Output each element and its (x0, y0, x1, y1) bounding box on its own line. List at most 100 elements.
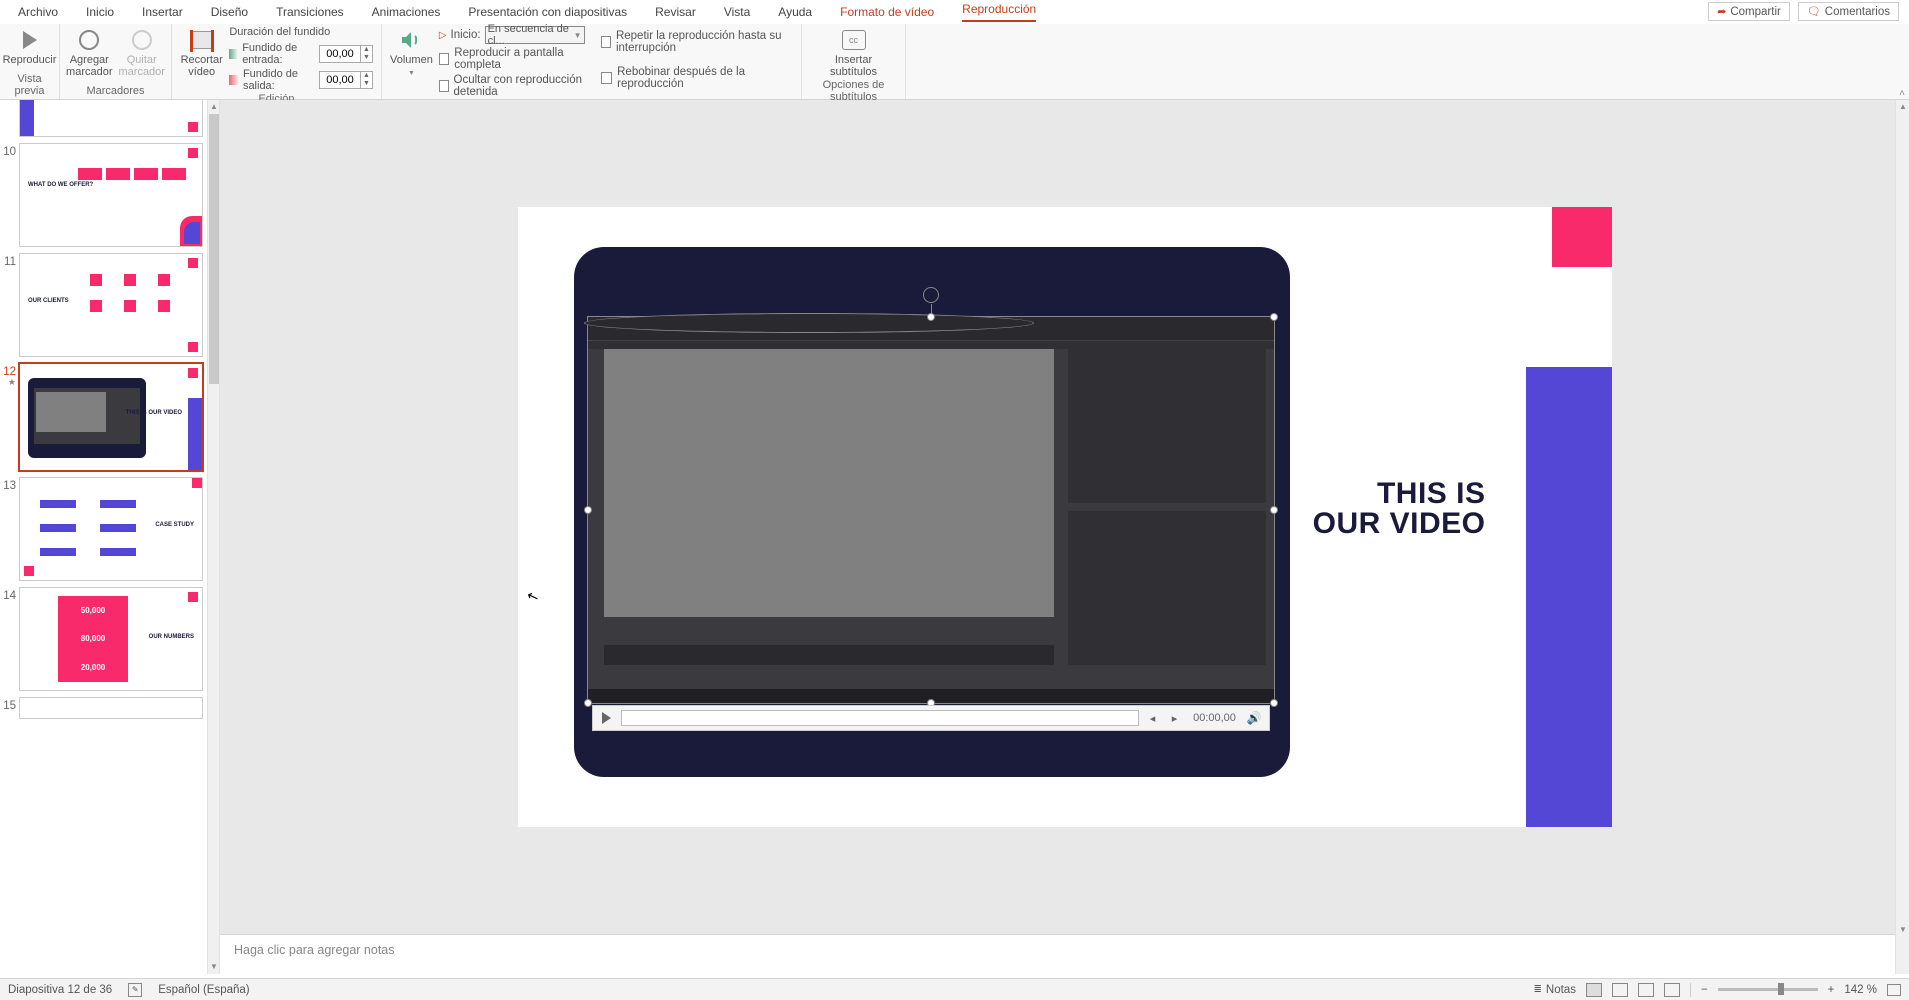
remove-bookmark-button: Quitar marcador (119, 26, 165, 78)
comments-label: Comentarios (1825, 6, 1890, 18)
resize-handle[interactable] (584, 313, 1034, 333)
view-reading-button[interactable] (1638, 983, 1654, 997)
slide-canvas[interactable]: THIS IS OUR VIDEO (220, 100, 1909, 934)
notes-pane[interactable]: Haga clic para agregar notas (220, 934, 1909, 974)
video-content-viewport (604, 349, 1054, 617)
slide-thumbnails-panel: 9 10 WHAT DO WE OFFER? (0, 100, 220, 974)
slide-counter[interactable]: Diapositiva 12 de 36 (8, 984, 112, 996)
comments-button[interactable]: 🗨Comentarios (1798, 2, 1899, 21)
view-slideshow-button[interactable] (1664, 983, 1680, 997)
scroll-down-button[interactable]: ▼ (208, 960, 220, 974)
zoom-out-button[interactable]: − (1701, 984, 1708, 996)
loop-checkbox[interactable]: Repetir la reproducción hasta su interru… (601, 30, 793, 54)
insert-captions-button[interactable]: cc Insertar subtítulos (818, 26, 890, 78)
slide-thumb-9[interactable] (20, 100, 202, 136)
editor-scrollbar[interactable]: ▲ ▼ (1895, 100, 1909, 974)
fade-out-spinner[interactable]: ▲▼ (319, 71, 373, 89)
fullscreen-checkbox[interactable]: Reproducir a pantalla completa (439, 47, 589, 71)
resize-handle[interactable] (1270, 313, 1278, 321)
media-play-button[interactable] (599, 712, 615, 724)
add-bookmark-button[interactable]: Agregar marcador (66, 26, 112, 78)
media-step-back-button[interactable]: ◂ (1145, 712, 1161, 725)
tab-diseno[interactable]: Diseño (211, 5, 248, 19)
tab-ayuda[interactable]: Ayuda (778, 5, 812, 19)
language-button[interactable]: Español (España) (158, 984, 249, 996)
volume-icon (399, 28, 423, 52)
resize-handle[interactable] (584, 699, 592, 707)
fade-out-up[interactable]: ▲ (361, 72, 372, 80)
hide-stopped-checkbox[interactable]: Ocultar con reproducción detenida (439, 74, 589, 98)
slide-editor: THIS IS OUR VIDEO (220, 100, 1909, 974)
spellcheck-icon[interactable]: ✎ (128, 983, 142, 997)
thumbnails-scrollbar[interactable]: ▲ ▼ (207, 100, 219, 974)
media-time: 00:00,00 (1189, 712, 1241, 724)
play-button[interactable]: Reproducir (4, 26, 56, 66)
zoom-slider-handle[interactable] (1778, 983, 1784, 995)
tab-reproduccion[interactable]: Reproducción (962, 2, 1036, 22)
fit-window-button[interactable] (1887, 984, 1901, 996)
current-slide[interactable]: THIS IS OUR VIDEO (518, 207, 1612, 827)
checkbox-box (439, 53, 449, 65)
slide-thumb-12[interactable]: THIS IS OUR VIDEO (20, 364, 202, 470)
checkbox-box (601, 72, 612, 84)
tab-archivo[interactable]: Archivo (18, 5, 58, 19)
tab-presentacion[interactable]: Presentación con diapositivas (468, 5, 627, 19)
scroll-down-button[interactable]: ▼ (1896, 925, 1909, 934)
notes-placeholder: Haga clic para agregar notas (234, 943, 395, 957)
resize-handle[interactable] (1270, 699, 1278, 707)
titlebar-actions: ➦Compartir 🗨Comentarios (1708, 2, 1899, 21)
tab-animaciones[interactable]: Animaciones (372, 5, 441, 19)
chevron-down-icon: ▼ (574, 31, 582, 40)
ribbon-tabs: Archivo Inicio Insertar Diseño Transicio… (0, 0, 1909, 24)
media-seek-track[interactable] (621, 710, 1139, 726)
collapse-ribbon-button[interactable]: ˄ (1899, 88, 1905, 99)
slide-title-line2: OUR VIDEO (1313, 509, 1486, 539)
notes-toggle-button[interactable]: ≣Notas (1534, 984, 1576, 996)
animation-indicator-icon: ★ (8, 378, 16, 387)
fade-in-spinner[interactable]: ▲▼ (319, 45, 373, 63)
start-dropdown[interactable]: En secuencia de cl... ▼ (485, 26, 585, 44)
slide-number: 15 (2, 698, 16, 712)
media-step-fwd-button[interactable]: ▸ (1167, 712, 1183, 725)
fade-out-input[interactable] (320, 74, 360, 86)
slide-title[interactable]: THIS IS OUR VIDEO (1313, 479, 1486, 539)
slide-thumb-11[interactable]: OUR CLIENTS (20, 254, 202, 356)
zoom-slider[interactable] (1718, 988, 1818, 991)
slide-thumb-13[interactable]: CASE STUDY (20, 478, 202, 580)
zoom-value[interactable]: 142 % (1844, 984, 1877, 996)
decor-blue-bar (1526, 367, 1612, 827)
slide-thumb-15[interactable] (20, 698, 202, 718)
media-mute-button[interactable]: 🔊 (1247, 711, 1263, 725)
fade-in-up[interactable]: ▲ (361, 46, 372, 54)
fade-in-input[interactable] (320, 48, 360, 60)
insert-captions-label: Insertar subtítulos (818, 54, 890, 78)
tab-transiciones[interactable]: Transiciones (276, 5, 344, 19)
trim-video-button[interactable]: Recortar vídeo (180, 26, 223, 78)
view-normal-button[interactable] (1586, 983, 1602, 997)
hide-stopped-label: Ocultar con reproducción detenida (454, 74, 590, 98)
slide-thumb-10[interactable]: WHAT DO WE OFFER? (20, 144, 202, 246)
zoom-in-button[interactable]: + (1828, 984, 1835, 996)
resize-handle[interactable] (584, 506, 592, 514)
fade-in-down[interactable]: ▼ (361, 54, 372, 62)
scroll-up-button[interactable]: ▲ (208, 100, 220, 114)
volume-button[interactable]: Volumen ▼ (390, 26, 433, 80)
view-sorter-button[interactable] (1612, 983, 1628, 997)
resize-handle[interactable] (927, 313, 935, 321)
scroll-up-button[interactable]: ▲ (1896, 102, 1909, 111)
rotate-handle[interactable] (923, 287, 939, 303)
tab-formato-video[interactable]: Formato de vídeo (840, 5, 934, 19)
tab-revisar[interactable]: Revisar (655, 5, 696, 19)
resize-handle[interactable] (1270, 506, 1278, 514)
fade-out-down[interactable]: ▼ (361, 80, 372, 88)
tab-vista[interactable]: Vista (724, 5, 750, 19)
share-button[interactable]: ➦Compartir (1708, 2, 1790, 21)
slide-thumb-14[interactable]: 50,000 80,000 20,000 OUR NUMBERS (20, 588, 202, 690)
play-icon (18, 28, 42, 52)
tab-inicio[interactable]: Inicio (86, 5, 114, 19)
scroll-thumb[interactable] (209, 114, 219, 384)
rewind-checkbox[interactable]: Rebobinar después de la reproducción (601, 66, 793, 90)
group-label-bookmarks: Marcadores (68, 84, 163, 99)
video-object[interactable] (588, 317, 1274, 703)
tab-insertar[interactable]: Insertar (142, 5, 183, 19)
